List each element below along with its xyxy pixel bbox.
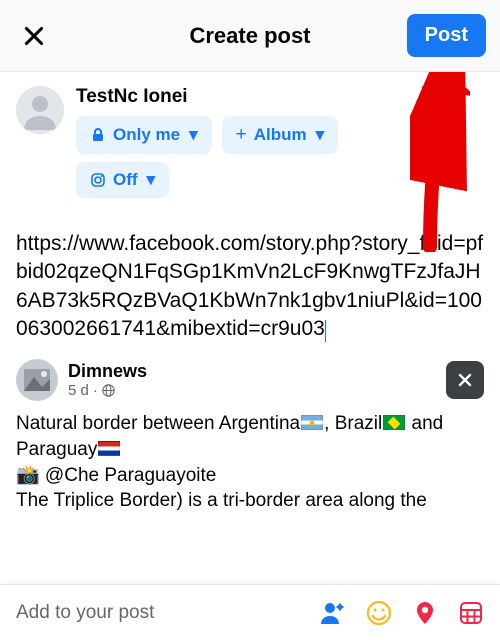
chips-row-1: Only me ▾ + Album ▾ (76, 116, 338, 154)
add-to-post-bar: Add to your post (0, 584, 500, 640)
close-button[interactable] (14, 16, 54, 56)
post-text-content: https://www.facebook.com/story.php?story… (16, 232, 483, 340)
flag-argentina-icon (301, 415, 323, 430)
location-button[interactable] (412, 600, 438, 626)
attachment-meta: Dimnews 5 d · (68, 361, 147, 399)
footer-icons (320, 600, 484, 626)
attachment-text-2: , Brazil (324, 413, 382, 434)
header-bar: Create post Post (0, 0, 500, 72)
attachment-body: Natural border between Argentina , Brazil… (16, 411, 484, 514)
privacy-chip[interactable]: Only me ▾ (76, 116, 212, 154)
tag-people-button[interactable] (320, 600, 346, 626)
remove-attachment-button[interactable] (446, 361, 484, 399)
person-plus-icon (320, 600, 346, 626)
attachment-age: 5 d (68, 382, 89, 399)
lock-icon (90, 127, 106, 143)
author-row: TestNc Ionei Only me ▾ + Album ▾ Off ▾ (16, 86, 484, 198)
author-avatar[interactable] (16, 86, 64, 134)
flag-paraguay-icon (98, 441, 120, 456)
caret-icon: ▾ (316, 125, 325, 145)
album-chip[interactable]: + Album ▾ (222, 116, 339, 154)
page-avatar-icon (16, 359, 58, 401)
album-chip-label: Album (254, 125, 307, 145)
dot-separator: · (93, 382, 98, 399)
post-button[interactable]: Post (407, 14, 486, 57)
attachment-page-name[interactable]: Dimnews (68, 361, 147, 382)
attachment-page-avatar[interactable] (16, 359, 58, 401)
attachment-subline: 5 d · (68, 382, 147, 399)
caret-icon: ▾ (147, 170, 156, 190)
feeling-button[interactable] (366, 600, 392, 626)
smiley-icon (366, 600, 392, 626)
instagram-chip[interactable]: Off ▾ (76, 162, 169, 198)
attachment-header: Dimnews 5 d · (16, 359, 484, 401)
more-options-button[interactable] (458, 600, 484, 626)
privacy-chip-label: Only me (113, 125, 180, 145)
author-name: TestNc Ionei (76, 86, 338, 108)
globe-icon (102, 384, 115, 397)
avatar-placeholder-icon (16, 86, 64, 134)
link-attachment: Dimnews 5 d · Natural border between Arg… (0, 359, 500, 514)
chips-row-2: Off ▾ (76, 162, 338, 198)
grid-icon (458, 600, 484, 626)
text-cursor (325, 320, 327, 342)
header-title: Create post (189, 23, 310, 49)
attachment-text-1: Natural border between Argentina (16, 413, 300, 434)
add-to-post-label[interactable]: Add to your post (16, 602, 320, 624)
close-icon (21, 23, 47, 49)
attachment-text-credit: 📸 @Che Paraguayoite (16, 465, 216, 486)
attachment-text-4: The Triplice Border) is a tri-border are… (16, 490, 427, 511)
close-icon (455, 370, 475, 390)
instagram-chip-label: Off (113, 170, 138, 190)
flag-brazil-icon (383, 415, 405, 430)
instagram-icon (90, 172, 106, 188)
location-pin-icon (412, 600, 438, 626)
composer-meta: TestNc Ionei Only me ▾ + Album ▾ Off ▾ (0, 72, 500, 206)
plus-icon: + (236, 124, 247, 146)
author-meta: TestNc Ionei Only me ▾ + Album ▾ Off ▾ (76, 86, 338, 198)
caret-icon: ▾ (189, 125, 198, 145)
post-text-input[interactable]: https://www.facebook.com/story.php?story… (0, 230, 500, 343)
